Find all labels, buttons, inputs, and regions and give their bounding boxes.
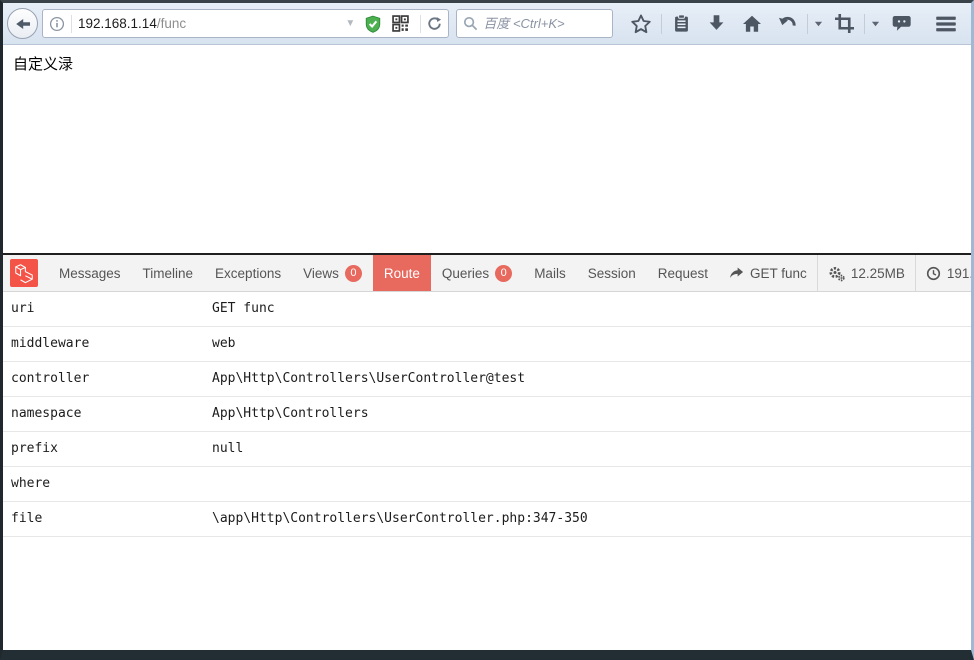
route-table: uri GET func middleware web controller A… <box>3 292 971 537</box>
row-value: \app\Http\Controllers\UserController.php… <box>212 502 971 536</box>
page-text: 自定义渌 <box>13 53 961 74</box>
tab-mails[interactable]: Mails <box>523 255 577 291</box>
reload-button[interactable] <box>427 16 442 31</box>
row-value: null <box>212 432 971 466</box>
screenshot-crop-button[interactable] <box>827 9 862 39</box>
tab-session[interactable]: Session <box>577 255 647 291</box>
menu-button[interactable] <box>927 9 965 39</box>
row-key: prefix <box>3 432 212 466</box>
urlbar-dropdown-icon[interactable]: ▼ <box>345 18 355 29</box>
row-key: namespace <box>3 397 212 431</box>
search-icon <box>463 16 478 31</box>
row-key: file <box>3 502 212 536</box>
browser-window: 192.168.1.14/func ▼ <box>0 0 974 660</box>
row-key: middleware <box>3 327 212 361</box>
back-icon <box>15 16 31 32</box>
page-content: 自定义渌 <box>3 45 971 253</box>
row-value: web <box>212 327 971 361</box>
tab-timeline[interactable]: Timeline <box>132 255 205 291</box>
row-key: controller <box>3 362 212 396</box>
table-row-uri: uri GET func <box>3 292 971 327</box>
home-icon <box>742 14 762 34</box>
table-row-middleware: middleware web <box>3 327 971 362</box>
clock-icon <box>926 266 941 281</box>
url-bar[interactable]: 192.168.1.14/func ▼ <box>42 9 449 38</box>
url-path: /func <box>157 16 186 31</box>
chat-bubble-icon <box>892 13 913 34</box>
row-key: uri <box>3 292 212 326</box>
table-row-controller: controller App\Http\Controllers\UserCont… <box>3 362 971 397</box>
crop-icon <box>835 14 854 33</box>
debugbar-header: Messages Timeline Exceptions Views0 Rout… <box>3 255 971 292</box>
urlbar-divider <box>71 15 72 33</box>
search-input[interactable] <box>483 16 603 31</box>
urlbar-divider <box>420 15 421 33</box>
row-value: App\Http\Controllers <box>212 397 971 431</box>
tab-request[interactable]: Request <box>647 255 719 291</box>
tab-route[interactable]: Route <box>373 255 431 291</box>
table-row-namespace: namespace App\Http\Controllers <box>3 397 971 432</box>
clipboard-icon <box>672 14 691 33</box>
route-indicator: GET func <box>719 255 817 291</box>
share-arrow-icon <box>729 266 744 281</box>
laravel-debugbar: Messages Timeline Exceptions Views0 Rout… <box>3 253 971 650</box>
debugbar-empty-area <box>3 537 971 650</box>
undo-button[interactable] <box>770 9 805 39</box>
downloads-button[interactable] <box>699 9 734 39</box>
tab-views[interactable]: Views0 <box>292 255 373 291</box>
shield-icon[interactable] <box>364 15 382 33</box>
row-value <box>212 467 971 501</box>
chat-button[interactable] <box>884 9 921 39</box>
table-row-prefix: prefix null <box>3 432 971 467</box>
time-indicator: 191.12ms <box>915 255 974 291</box>
cogs-icon <box>828 265 845 282</box>
row-value: GET func <box>212 292 971 326</box>
download-icon <box>707 14 726 33</box>
toolbar-buttons <box>623 9 965 39</box>
row-key: where <box>3 467 212 501</box>
tab-messages[interactable]: Messages <box>48 255 132 291</box>
url-host: 192.168.1.14 <box>78 16 157 31</box>
queries-count-badge: 0 <box>495 265 512 282</box>
back-button[interactable] <box>7 8 38 39</box>
bookmarks-menu-button[interactable] <box>664 9 699 39</box>
browser-toolbar: 192.168.1.14/func ▼ <box>3 3 971 45</box>
search-bar[interactable] <box>456 9 613 38</box>
reload-icon <box>427 16 442 31</box>
table-row-file: file \app\Http\Controllers\UserControlle… <box>3 502 971 537</box>
tab-queries[interactable]: Queries0 <box>431 255 523 291</box>
undo-icon <box>778 14 797 33</box>
row-value: App\Http\Controllers\UserController@test <box>212 362 971 396</box>
views-count-badge: 0 <box>345 265 362 282</box>
star-icon <box>631 14 651 34</box>
info-icon[interactable] <box>49 16 65 32</box>
home-button[interactable] <box>734 9 770 39</box>
crop-dropdown-icon[interactable] <box>867 9 884 39</box>
undo-dropdown-icon[interactable] <box>810 9 827 39</box>
url-text: 192.168.1.14/func <box>78 16 186 31</box>
table-row-where: where <box>3 467 971 502</box>
memory-indicator: 12.25MB <box>817 255 915 291</box>
tab-exceptions[interactable]: Exceptions <box>204 255 292 291</box>
menu-icon <box>935 15 957 33</box>
laravel-logo-icon <box>10 259 38 287</box>
bookmark-star-button[interactable] <box>623 9 659 39</box>
qr-code-icon[interactable] <box>392 15 409 32</box>
